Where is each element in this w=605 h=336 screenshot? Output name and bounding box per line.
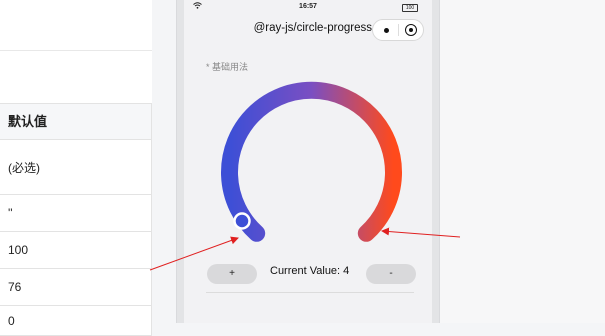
annotation-arrow-left (149, 236, 239, 271)
annotation-arrows (149, 227, 461, 271)
annotation-arrow-right (381, 227, 461, 238)
